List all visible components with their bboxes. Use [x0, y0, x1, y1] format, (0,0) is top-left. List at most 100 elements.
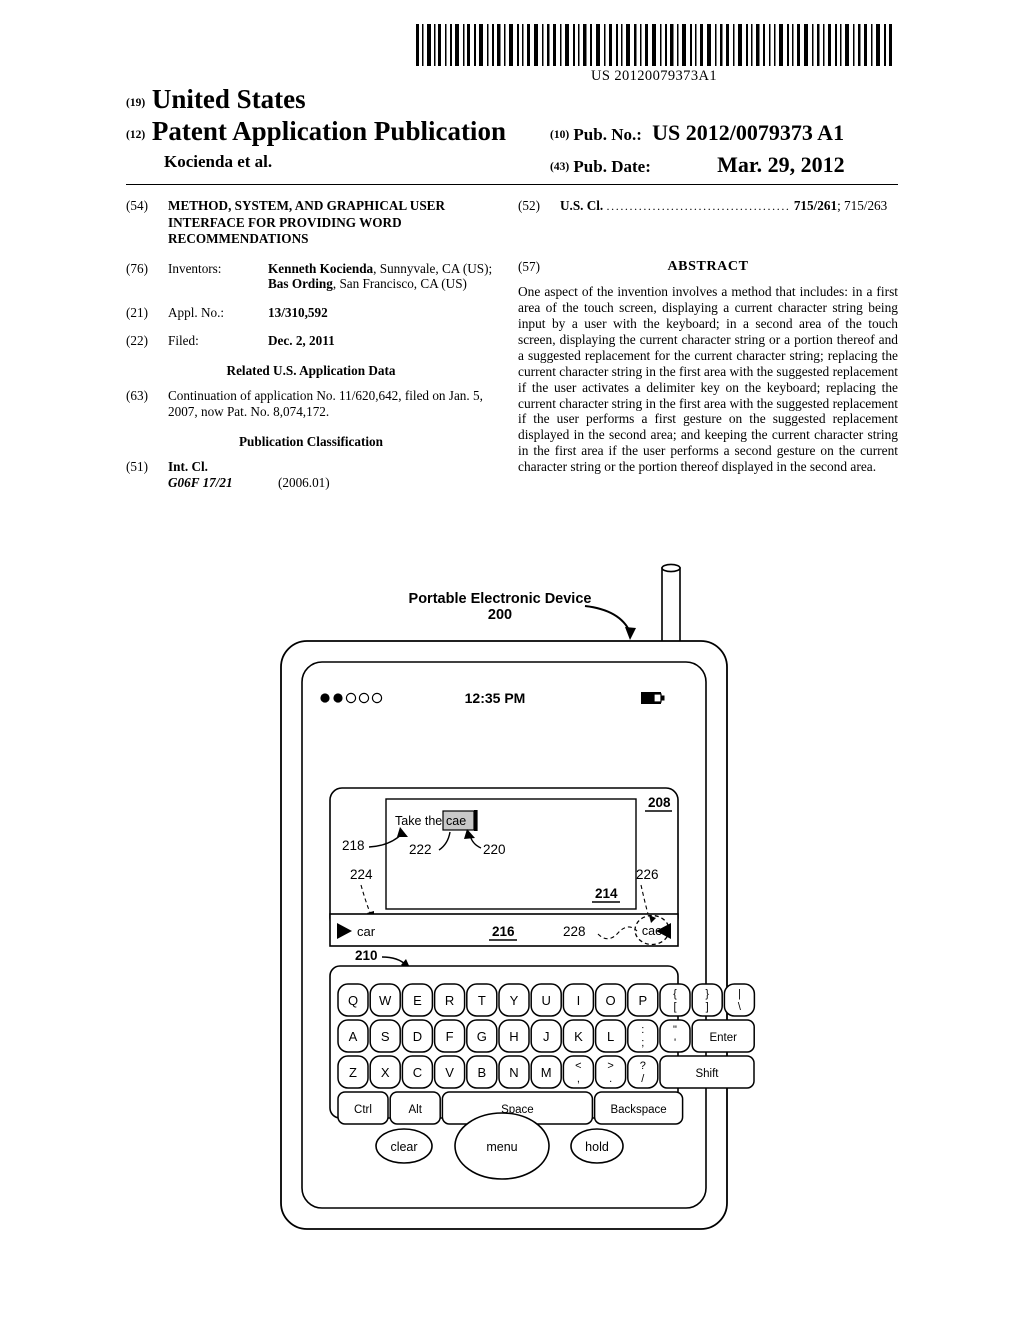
field-tag-57: (57)	[518, 258, 540, 274]
key-b[interactable]: B	[466, 1055, 498, 1089]
key-q[interactable]: Q	[337, 983, 369, 1017]
key-label: Alt	[408, 1104, 422, 1116]
hardware-button-hold-label: hold	[585, 1140, 609, 1154]
key-xxx[interactable]: |\	[723, 983, 756, 1017]
key-xxx[interactable]: "'	[659, 1019, 691, 1053]
key-glyph-lower: [	[673, 1001, 676, 1013]
caption-arrow	[584, 605, 631, 633]
key-t[interactable]: T	[466, 983, 498, 1017]
field-76-inventors: (76) Inventors: Kenneth Kocienda, Sunnyv…	[126, 261, 496, 292]
key-glyph-upper: "	[673, 1024, 677, 1036]
key-shift[interactable]: Shift	[659, 1055, 755, 1089]
us-cl-body: U.S. Cl. ...............................…	[560, 198, 898, 215]
appl-no-value: 13/310,592	[268, 304, 328, 320]
key-w[interactable]: W	[369, 983, 401, 1017]
key-n[interactable]: N	[498, 1055, 530, 1089]
key-label: R	[445, 993, 454, 1008]
key-xxx[interactable]: :;	[627, 1019, 659, 1053]
key-l[interactable]: L	[594, 1019, 627, 1053]
key-label: O	[606, 993, 616, 1008]
key-c[interactable]: C	[401, 1055, 434, 1089]
key-i[interactable]: I	[562, 983, 595, 1017]
key-xxx[interactable]: }]	[691, 983, 723, 1017]
key-x[interactable]: X	[369, 1055, 401, 1089]
country-name: United States	[151, 84, 306, 114]
key-label: Q	[348, 993, 358, 1008]
key-s[interactable]: S	[369, 1019, 401, 1053]
key-enter[interactable]: Enter	[691, 1019, 755, 1053]
key-label: T	[478, 993, 486, 1008]
key-m[interactable]: M	[530, 1055, 562, 1089]
bibliographic-right-column: (52) U.S. Cl. ..........................…	[518, 198, 898, 475]
text-area-prefix: Take the	[395, 814, 442, 828]
key-label: C	[413, 1065, 422, 1080]
key-label: P	[638, 993, 647, 1008]
publication-date-line: (43) Pub. Date: Mar. 29, 2012	[550, 152, 845, 178]
key-k[interactable]: K	[562, 1019, 595, 1053]
key-alt[interactable]: Alt	[389, 1091, 441, 1125]
pub-no-label: Pub. No.:	[573, 125, 642, 144]
key-label: Ctrl	[354, 1104, 372, 1116]
bibliographic-left-column: (54) METHOD, SYSTEM, AND GRAPHICAL USER …	[126, 198, 496, 503]
inventor-1-place: , Sunnyvale, CA (US);	[373, 260, 493, 276]
abstract-text: One aspect of the invention involves a m…	[518, 284, 898, 475]
key-h[interactable]: H	[498, 1019, 530, 1053]
ref-228-text: 228	[563, 924, 586, 939]
battery-icon	[641, 692, 665, 704]
barcode-image	[416, 24, 892, 66]
field-63-continuation: (63) Continuation of application No. 11/…	[126, 388, 496, 419]
key-a[interactable]: A	[337, 1019, 369, 1053]
key-glyph-upper: }	[705, 988, 709, 1000]
ref-224-text: 224	[350, 867, 373, 882]
us-cl-secondary: ; 715/263	[837, 198, 888, 213]
key-label: H	[509, 1029, 518, 1044]
key-r[interactable]: R	[433, 983, 466, 1017]
key-xxx[interactable]: ?/	[627, 1055, 659, 1089]
key-o[interactable]: O	[594, 983, 627, 1017]
key-d[interactable]: D	[401, 1019, 434, 1053]
key-label: I	[577, 993, 581, 1008]
field-tag-76: (76)	[126, 260, 148, 276]
related-app-data-heading: Related U.S. Application Data	[226, 362, 396, 378]
publication-number-line: (10) Pub. No.: US 2012/0079373 A1	[550, 120, 844, 146]
key-p[interactable]: P	[627, 983, 659, 1017]
figure-caption-line2: 200	[488, 607, 512, 623]
key-z[interactable]: Z	[337, 1055, 369, 1089]
key-f[interactable]: F	[433, 1019, 466, 1053]
field-tag-52: (52)	[518, 198, 540, 213]
field-51-int-cl: (51) Int. Cl. G06F 17/21 (2006.01)	[126, 459, 496, 490]
key-label: Y	[510, 993, 519, 1008]
country-line: (19) United States	[126, 84, 306, 115]
key-ctrl[interactable]: Ctrl	[337, 1091, 389, 1125]
field-tag-21: (21)	[126, 304, 148, 320]
key-j[interactable]: J	[530, 1019, 562, 1053]
us-cl-label: U.S. Cl.	[560, 198, 604, 213]
field-21-appl-no: (21) Appl. No.: 13/310,592	[126, 305, 496, 321]
key-xxx[interactable]: >.	[594, 1055, 627, 1089]
key-e[interactable]: E	[401, 983, 434, 1017]
key-label: S	[381, 1029, 390, 1044]
figure-portable-electronic-device: Portable Electronic Device 200 12:35 PM	[0, 548, 1024, 1288]
int-cl-body: Int. Cl. G06F 17/21 (2006.01)	[168, 459, 496, 490]
hardware-button-menu-label: menu	[486, 1140, 517, 1154]
key-g[interactable]: G	[466, 1019, 498, 1053]
key-xxx[interactable]: {[	[659, 983, 691, 1017]
key-backspace[interactable]: Backspace	[593, 1091, 684, 1125]
filed-value: Dec. 2, 2011	[268, 333, 335, 349]
hardware-button-clear-label: clear	[390, 1140, 417, 1154]
key-y[interactable]: Y	[498, 983, 530, 1017]
suggestion-word-left[interactable]: car	[357, 924, 376, 939]
key-glyph-lower: .	[609, 1073, 612, 1085]
key-v[interactable]: V	[433, 1055, 466, 1089]
key-xxx[interactable]: <,	[562, 1055, 595, 1089]
text-cursor-220	[474, 810, 478, 831]
hardware-button-menu[interactable]: menu	[454, 1112, 550, 1180]
field-tag-63: (63)	[126, 388, 148, 404]
kind-code-43: (43)	[550, 161, 570, 173]
key-u[interactable]: U	[530, 983, 562, 1017]
inventor-1-name: Kenneth Kocienda	[268, 260, 374, 276]
hardware-button-clear[interactable]: clear	[375, 1128, 433, 1164]
field-tag-51: (51)	[126, 459, 148, 475]
hardware-button-hold[interactable]: hold	[570, 1128, 624, 1164]
header-divider	[126, 184, 898, 185]
